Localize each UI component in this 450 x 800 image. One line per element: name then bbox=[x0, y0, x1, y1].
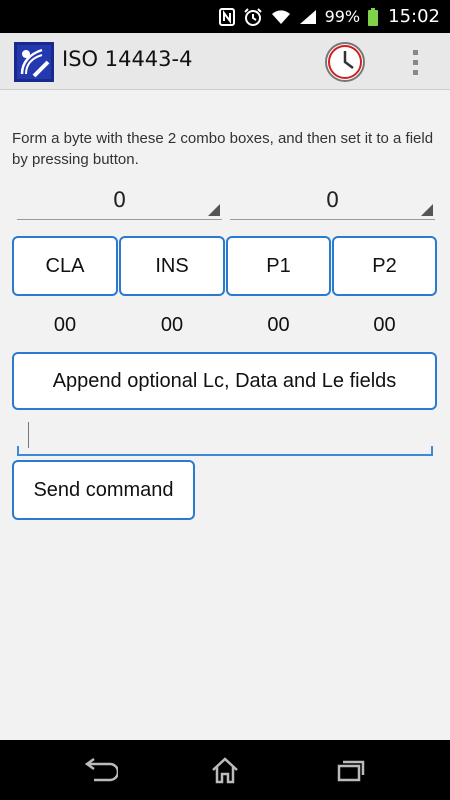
spinner-value: 0 bbox=[325, 187, 340, 212]
home-button[interactable] bbox=[200, 752, 250, 788]
ins-value: 00 bbox=[160, 313, 184, 336]
recent-apps-icon bbox=[337, 760, 365, 782]
ins-button[interactable]: INS bbox=[119, 236, 225, 296]
instruction-text: Form a byte with these 2 combo boxes, an… bbox=[12, 130, 434, 168]
overflow-menu-button[interactable] bbox=[400, 43, 430, 81]
input-edge bbox=[431, 446, 433, 456]
back-icon bbox=[84, 758, 118, 782]
home-icon bbox=[212, 757, 238, 784]
spinner-value: 0 bbox=[112, 187, 127, 212]
back-button[interactable] bbox=[76, 752, 126, 788]
history-button[interactable] bbox=[322, 39, 368, 85]
cla-value: 00 bbox=[53, 313, 77, 336]
overflow-dot bbox=[412, 59, 418, 65]
battery-percentage: 99% bbox=[324, 7, 361, 26]
byte-high-spinner[interactable]: 0 bbox=[17, 180, 222, 220]
command-input[interactable] bbox=[17, 418, 433, 456]
action-bar: ISO 14443-4 bbox=[0, 33, 450, 90]
dropdown-triangle-icon bbox=[421, 204, 433, 216]
navigation-bar bbox=[0, 740, 450, 800]
wifi-icon bbox=[271, 9, 291, 25]
input-edge bbox=[17, 446, 19, 456]
recent-apps-button[interactable] bbox=[325, 752, 375, 788]
status-bar: 99% 15:02 bbox=[0, 0, 450, 33]
p1-button[interactable]: P1 bbox=[226, 236, 331, 296]
battery-icon bbox=[368, 7, 379, 26]
append-optional-fields-button[interactable]: Append optional Lc, Data and Le fields bbox=[12, 352, 437, 410]
signal-icon bbox=[299, 9, 317, 25]
dropdown-triangle-icon bbox=[208, 204, 220, 216]
text-caret bbox=[28, 422, 29, 448]
p2-value: 00 bbox=[373, 313, 396, 336]
overflow-menu-icon bbox=[412, 49, 418, 55]
nfc-icon bbox=[218, 7, 235, 26]
byte-low-spinner[interactable]: 0 bbox=[230, 180, 435, 220]
nfc-app-icon bbox=[14, 42, 54, 82]
clock-icon bbox=[325, 42, 365, 82]
alarm-icon bbox=[243, 7, 263, 27]
p1-value: 00 bbox=[267, 313, 290, 336]
send-command-button[interactable]: Send command bbox=[12, 460, 195, 520]
status-time: 15:02 bbox=[388, 6, 440, 27]
app-title: ISO 14443-4 bbox=[62, 47, 193, 71]
cla-button[interactable]: CLA bbox=[12, 236, 118, 296]
overflow-dot bbox=[412, 69, 418, 75]
p2-button[interactable]: P2 bbox=[332, 236, 437, 296]
